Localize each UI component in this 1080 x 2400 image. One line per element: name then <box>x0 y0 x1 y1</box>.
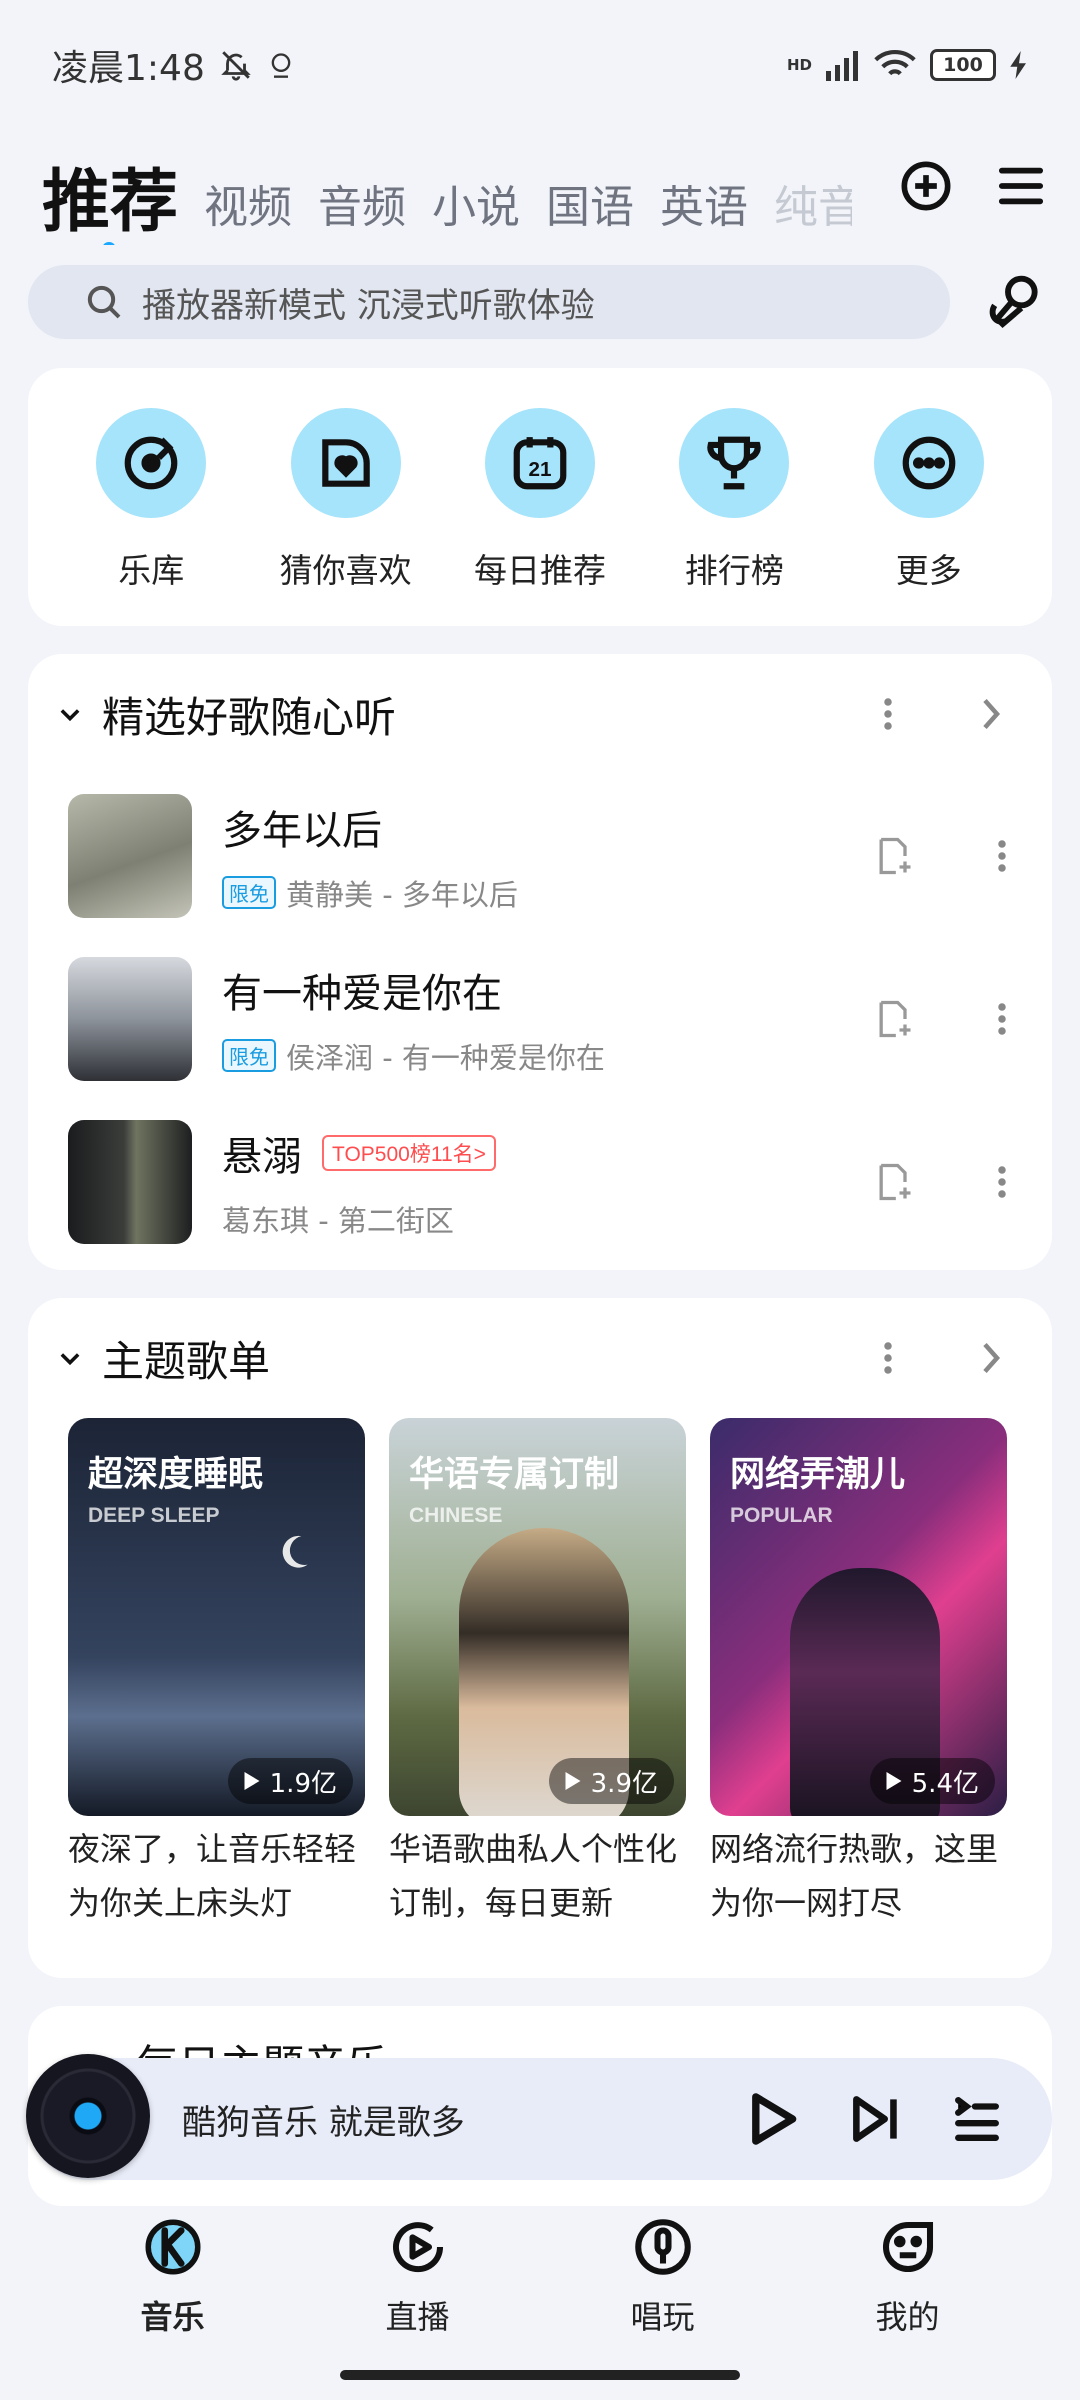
more-vertical-icon[interactable] <box>882 696 894 732</box>
hd-label: HD <box>786 56 812 74</box>
live-icon <box>392 2222 443 2273</box>
chart-rank-badge[interactable]: TOP500榜11名> <box>322 1134 496 1171</box>
song-artist: 葛东琪 - 第二街区 <box>222 1203 454 1238</box>
quick-entry-charts[interactable]: 排行榜 <box>654 408 814 626</box>
chevron-down-icon[interactable] <box>56 700 84 728</box>
quick-entry-more[interactable]: 更多 <box>849 408 1009 626</box>
song-title: 悬溺 <box>222 1133 302 1180</box>
song-artist: 侯泽润 - 有一种爱是你在 <box>286 1040 605 1075</box>
svg-text:21: 21 <box>528 458 551 481</box>
tab-mandarin[interactable]: 国语 <box>546 171 634 245</box>
playlist-description: 网络流行热歌，这里为你一网打尽 <box>710 1830 999 1922</box>
song-row[interactable]: 悬溺 TOP500榜11名> 葛东琪 - 第二街区 <box>28 1100 1052 1263</box>
playlist-cover: 华语专属订制 CHINESE 3.9亿 <box>389 1418 686 1816</box>
free-tag: 限免 <box>222 876 276 909</box>
trophy-icon <box>707 436 762 490</box>
section-title: 主题歌单 <box>102 1336 271 1386</box>
chevron-right-icon[interactable] <box>978 1340 1004 1376</box>
location-pin-icon <box>271 53 291 78</box>
add-to-playlist-icon[interactable] <box>872 996 916 1042</box>
section-title: 精选好歌随心听 <box>102 692 397 742</box>
play-count: 1.9亿 <box>227 1758 353 1804</box>
add-to-playlist-icon[interactable] <box>872 1159 916 1205</box>
quick-entry-card: 乐库 猜你喜欢 21 每日推荐 排行榜 更多 <box>28 368 1052 626</box>
home-indicator[interactable] <box>340 2370 740 2380</box>
menu-icon[interactable] <box>998 166 1044 206</box>
music-recognition-icon <box>989 275 1038 328</box>
nav-mine[interactable]: 我的 <box>828 2200 988 2350</box>
playlist-cover: 超深度睡眠 DEEP SLEEP 1.9亿 <box>68 1418 365 1816</box>
nav-live[interactable]: 直播 <box>338 2200 498 2350</box>
nav-sing-play[interactable]: 唱玩 <box>583 2200 743 2350</box>
more-icon <box>902 436 956 490</box>
song-cover <box>68 793 192 918</box>
search-placeholder: 播放器新模式 沉浸式听歌体验 <box>142 285 595 326</box>
song-row[interactable]: 有一种爱是你在 限免 侯泽润 - 有一种爱是你在 <box>28 937 1052 1100</box>
playlist-card[interactable]: 华语专属订制 CHINESE 3.9亿 华语歌曲私人个性化订制，每日更新 <box>389 1418 686 1930</box>
category-tabs: 推荐 视频 音频 小说 国语 英语 纯音 <box>42 135 852 245</box>
song-cover <box>68 1119 192 1244</box>
playlist-queue-button[interactable] <box>954 2096 1000 2142</box>
playlist-card[interactable]: 网络弄潮儿 POPULAR 5.4亿 网络流行热歌，这里为你一网打尽 <box>710 1418 1007 1930</box>
battery-indicator: 100 <box>930 49 996 81</box>
song-title: 多年以后 <box>222 807 382 854</box>
kugou-music-icon <box>145 2219 200 2275</box>
search-icon <box>87 285 121 319</box>
tab-english[interactable]: 英语 <box>660 171 748 245</box>
tab-recommend[interactable]: 推荐 <box>42 146 178 245</box>
more-vertical-icon[interactable] <box>882 1340 894 1376</box>
quick-entry-library[interactable]: 乐库 <box>71 408 231 626</box>
nav-music[interactable]: 音乐 <box>93 2200 253 2350</box>
mute-bell-icon <box>221 51 251 81</box>
mini-player[interactable]: 酷狗音乐 就是歌多 <box>26 2054 1052 2180</box>
more-vertical-icon[interactable] <box>996 1001 1008 1037</box>
signal-icon <box>826 51 858 81</box>
tab-video[interactable]: 视频 <box>204 171 292 245</box>
heart-box-icon <box>321 439 370 487</box>
more-vertical-icon[interactable] <box>996 1164 1008 1200</box>
playlist-cover: 网络弄潮儿 POPULAR 5.4亿 <box>710 1418 1007 1816</box>
wifi-icon <box>874 49 916 76</box>
add-to-playlist-icon[interactable] <box>872 833 916 879</box>
search-input[interactable]: 播放器新模式 沉浸式听歌体验 <box>28 265 950 339</box>
tab-novel[interactable]: 小说 <box>432 171 520 245</box>
listen-recognize-button[interactable] <box>984 268 1048 336</box>
more-vertical-icon[interactable] <box>996 838 1008 874</box>
song-row[interactable]: 多年以后 限免 黄静美 - 多年以后 <box>28 774 1052 937</box>
song-artist: 黄静美 - 多年以后 <box>286 877 518 912</box>
charging-bolt-icon <box>1010 51 1026 79</box>
quick-entry-guess-you-like[interactable]: 猜你喜欢 <box>266 408 426 626</box>
play-count: 3.9亿 <box>548 1758 674 1804</box>
tab-pure-music[interactable]: 纯音 <box>774 171 852 245</box>
tab-audio[interactable]: 音频 <box>318 171 406 245</box>
now-playing-text: 酷狗音乐 就是歌多 <box>182 2102 465 2143</box>
add-circle-icon[interactable] <box>900 160 952 212</box>
playlist-card[interactable]: 超深度睡眠 DEEP SLEEP 1.9亿 夜深了，让音乐轻轻为你关上床头灯 <box>68 1418 365 1930</box>
profile-face-icon <box>882 2221 933 2273</box>
play-count: 5.4亿 <box>869 1758 995 1804</box>
status-time: 凌晨1:48 <box>52 48 205 89</box>
bottom-navigation: 音乐 直播 唱玩 我的 <box>0 2200 1080 2350</box>
song-title: 有一种爱是你在 <box>222 970 502 1017</box>
song-cover <box>68 956 192 1081</box>
mic-play-icon <box>634 2219 691 2275</box>
theme-playlists-card: 主题歌单 超深度睡眠 DEEP SLEEP 1.9亿 夜深了，让音乐轻轻为你关上… <box>28 1298 1052 1978</box>
next-track-button[interactable] <box>852 2094 900 2144</box>
moon-icon <box>282 1535 308 1568</box>
calendar-icon: 21 <box>513 437 567 490</box>
play-button[interactable] <box>748 2092 798 2146</box>
play-icon <box>886 1772 902 1790</box>
playlist-description: 华语歌曲私人个性化订制，每日更新 <box>389 1830 678 1922</box>
play-icon <box>244 1772 260 1790</box>
chevron-down-icon[interactable] <box>56 1344 84 1372</box>
playlist-description: 夜深了，让音乐轻轻为你关上床头灯 <box>68 1830 357 1922</box>
album-disc-icon[interactable] <box>26 2054 150 2178</box>
quick-entry-daily[interactable]: 21 每日推荐 <box>460 408 620 626</box>
chevron-right-icon[interactable] <box>978 696 1004 732</box>
free-tag: 限免 <box>222 1039 276 1072</box>
status-bar: 凌晨1:48 HD 100 <box>0 0 1080 130</box>
play-icon <box>565 1772 581 1790</box>
featured-songs-card: 精选好歌随心听 多年以后 限免 黄静美 - 多年以后 有一种爱是你在 限免 侯泽… <box>28 654 1052 1270</box>
vinyl-icon <box>124 436 178 490</box>
